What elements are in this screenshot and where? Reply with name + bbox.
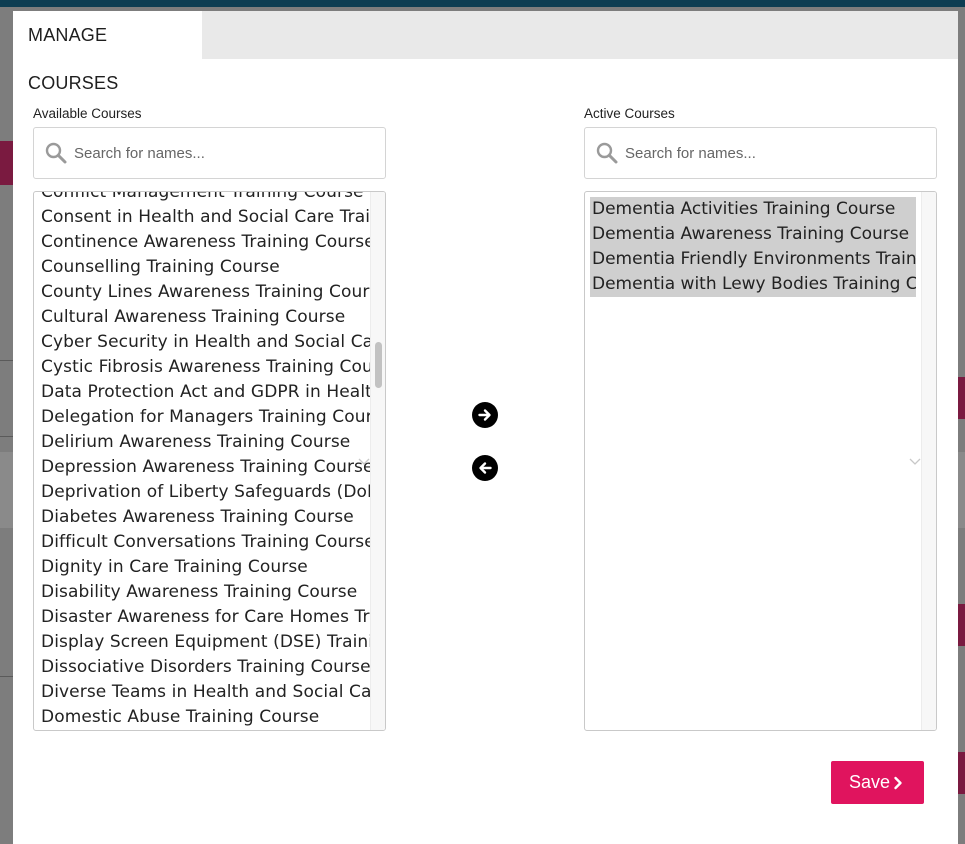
available-search-input[interactable] bbox=[74, 138, 374, 168]
available-courses-list[interactable]: Conflict Management Training Course Conse… bbox=[33, 191, 386, 731]
available-course-item[interactable]: Cystic Fibrosis Awareness Training Cours… bbox=[41, 355, 371, 380]
background-divider bbox=[0, 436, 13, 437]
background-strip bbox=[0, 452, 13, 528]
move-to-active-button[interactable] bbox=[472, 402, 498, 428]
search-icon bbox=[45, 142, 67, 164]
available-scrollbar[interactable] bbox=[370, 192, 385, 730]
save-button-label: Save bbox=[849, 772, 891, 792]
available-course-item[interactable]: Cyber Security in Health and Social Care… bbox=[41, 330, 371, 355]
available-course-item[interactable]: Data Protection Act and GDPR in Health a… bbox=[41, 380, 371, 405]
background-pink-button bbox=[958, 377, 965, 419]
arrow-left-icon bbox=[479, 462, 492, 474]
available-course-item[interactable]: Cultural Awareness Training Course bbox=[41, 305, 371, 330]
search-icon bbox=[596, 142, 618, 164]
available-course-item[interactable]: County Lines Awareness Training Course bbox=[41, 280, 371, 305]
available-course-item[interactable]: Consent in Health and Social Care Traini… bbox=[41, 205, 371, 230]
available-course-item[interactable]: Counselling Training Course bbox=[41, 255, 371, 280]
active-course-item[interactable]: Dementia Friendly Environments Training … bbox=[590, 247, 916, 272]
chevron-down-icon bbox=[358, 458, 370, 465]
active-course-item[interactable]: Dementia Awareness Training Course bbox=[590, 222, 916, 247]
active-course-item[interactable]: Dementia Activities Training Course bbox=[590, 197, 916, 222]
move-to-available-button[interactable] bbox=[472, 455, 498, 481]
available-course-item[interactable]: Depression Awareness Training Course bbox=[41, 455, 371, 480]
active-courses-label: Active Courses bbox=[584, 106, 675, 121]
available-course-item[interactable]: Deprivation of Liberty Safeguards (DoLS)… bbox=[41, 480, 371, 505]
background-pink-button bbox=[958, 604, 965, 646]
active-search-box[interactable] bbox=[584, 127, 937, 179]
active-scrollbar[interactable] bbox=[921, 192, 936, 730]
available-course-item[interactable]: Diabetes Awareness Training Course bbox=[41, 505, 371, 530]
available-course-item[interactable]: Dignity in Care Training Course bbox=[41, 555, 371, 580]
arrow-right-icon bbox=[478, 409, 491, 421]
active-courses-list[interactable]: Dementia Activities Training Course Demen… bbox=[584, 191, 937, 731]
active-course-item[interactable]: Dementia with Lewy Bodies Training Cours… bbox=[590, 272, 916, 297]
active-courses-items: Dementia Activities Training Course Demen… bbox=[590, 197, 916, 297]
tab-manage-courses[interactable]: MANAGE COURSES bbox=[13, 11, 202, 93]
background-divider bbox=[0, 676, 13, 677]
available-course-item[interactable]: Delirium Awareness Training Course bbox=[41, 430, 371, 455]
available-course-item[interactable]: Conflict Management Training Course bbox=[41, 192, 371, 205]
available-course-item[interactable]: Difficult Conversations Training Course bbox=[41, 530, 371, 555]
background-pink-button bbox=[958, 752, 965, 794]
active-search-input[interactable] bbox=[625, 138, 925, 168]
available-courses-items: Conflict Management Training Course Conse… bbox=[41, 192, 371, 730]
save-button[interactable]: Save bbox=[831, 761, 924, 804]
background-pink-button bbox=[0, 141, 13, 185]
background-divider bbox=[0, 360, 13, 361]
manage-courses-modal: MANAGE COURSES Available Courses Conflic… bbox=[13, 11, 958, 844]
available-course-item[interactable]: Disability Awareness Training Course bbox=[41, 580, 371, 605]
chevron-down-icon bbox=[909, 458, 921, 465]
background-top-bar bbox=[0, 0, 965, 7]
available-course-item[interactable]: Disaster Awareness for Care Homes Traini… bbox=[41, 605, 371, 630]
available-courses-label: Available Courses bbox=[33, 106, 142, 121]
available-course-item[interactable]: Continence Awareness Training Course bbox=[41, 230, 371, 255]
available-search-box[interactable] bbox=[33, 127, 386, 179]
background-strip bbox=[958, 452, 965, 528]
available-course-item[interactable]: Domestic Abuse Training Course bbox=[41, 705, 371, 730]
chevron-right-icon bbox=[894, 776, 902, 790]
available-course-item[interactable]: Delegation for Managers Training Course bbox=[41, 405, 371, 430]
available-scrollbar-thumb[interactable] bbox=[375, 342, 382, 388]
available-course-item[interactable]: Display Screen Equipment (DSE) Training … bbox=[41, 630, 371, 655]
available-course-item[interactable]: Dissociative Disorders Training Course bbox=[41, 655, 371, 680]
modal-tab-bar: MANAGE COURSES bbox=[13, 11, 958, 93]
available-course-item[interactable]: Diverse Teams in Health and Social Care bbox=[41, 680, 371, 705]
